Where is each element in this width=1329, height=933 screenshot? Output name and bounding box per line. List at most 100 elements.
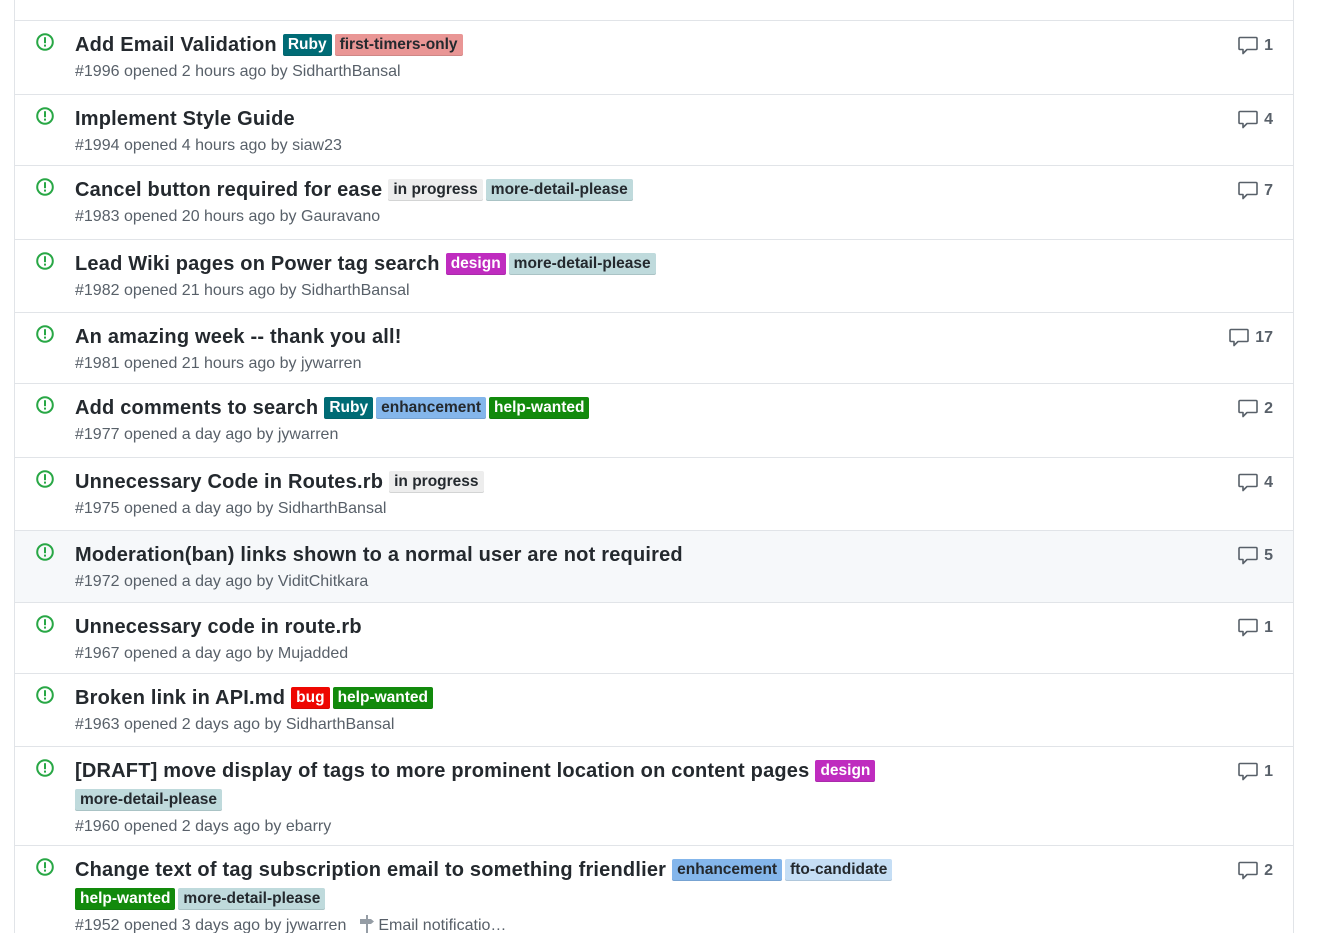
issue-title-link[interactable]: Add Email Validation [75,34,277,56]
issue-row[interactable]: Unnecessary Code in Routes.rb in progress… [15,458,1293,531]
comments-link[interactable]: 17 [1229,328,1273,347]
issue-title-link[interactable]: [DRAFT] move display of tags to more pro… [75,760,809,782]
label-bug[interactable]: bug [291,687,330,709]
issue-title-link[interactable]: Cancel button required for ease [75,179,382,201]
label-more-detail-please[interactable]: more-detail-please [178,888,326,910]
issue-row[interactable]: Change text of tag subscription email to… [15,846,1293,933]
issue-title-link[interactable]: Lead Wiki pages on Power tag search [75,253,440,275]
issue-opened-icon [36,396,54,414]
issue-row[interactable]: Lead Wiki pages on Power tag search desig… [15,240,1293,313]
comments-link[interactable]: 1 [1238,36,1273,55]
issue-title-line: [DRAFT] move display of tags to more pro… [75,757,1183,815]
comments-link[interactable]: 1 [1238,618,1273,637]
issue-number: #1994 [75,137,120,154]
issue-row[interactable]: #1998 opened an hour ago by SidharthBans… [15,0,1293,21]
comments-link[interactable]: 2 [1238,399,1273,418]
issue-title-line: Broken link in API.md bug help-wanted [75,684,1183,713]
issue-row[interactable]: Broken link in API.md bug help-wanted #1963… [15,674,1293,747]
issue-title-link[interactable]: Change text of tag subscription email to… [75,859,666,881]
issue-opened-text: opened 21 hours ago by [123,282,297,299]
label-help-wanted[interactable]: help-wanted [75,888,176,910]
issue-number: #1983 [75,208,120,225]
milestone-icon [360,915,378,933]
comments-link[interactable]: 7 [1238,181,1273,200]
label-enhancement[interactable]: enhancement [672,859,783,881]
label-in-progress[interactable]: in progress [388,179,483,201]
issue-opened-text: opened 21 hours ago by [123,355,297,372]
issue-title-line: Lead Wiki pages on Power tag search desig… [75,250,1183,279]
issue-opened-text: opened 2 days ago by [123,716,282,733]
label-first-timers-only[interactable]: first-timers-only [334,34,463,56]
label-ruby[interactable]: Ruby [324,397,374,419]
comments-link[interactable]: 2 [1238,861,1273,880]
issue-row[interactable]: Cancel button required for ease in progre… [15,166,1293,240]
comments-link[interactable]: 4 [1238,110,1273,129]
label-more-detail-please[interactable]: more-detail-please [75,789,222,811]
issue-row[interactable]: [DRAFT] move display of tags to more pro… [15,747,1293,846]
issue-opened-icon [36,325,54,343]
issue-title-link[interactable]: Broken link in API.md [75,687,285,709]
issue-title-line: Cancel button required for ease in progre… [75,176,1183,205]
label-ruby[interactable]: Ruby [282,34,332,56]
issue-opened-text: opened 2 days ago by [123,818,282,835]
issue-row[interactable]: Implement Style Guide #1994 opened 4 hour… [15,95,1293,166]
issue-author-link[interactable]: SidharthBansal [292,63,401,80]
issue-title-line: Unnecessary code in route.rb [75,613,1183,642]
issue-title-line: Add Email Validation Ruby first-timers-onl… [75,31,1183,60]
label-design[interactable]: design [815,760,876,782]
comment-count: 1 [1264,36,1273,54]
comment-count: 2 [1264,399,1273,417]
label-more-detail-please[interactable]: more-detail-please [508,253,656,275]
label-design[interactable]: design [445,253,506,275]
milestone-link[interactable]: Email notificatio… [360,915,506,933]
issue-title-line: Implement Style Guide [75,105,1183,134]
comments-link[interactable]: 1 [1238,762,1273,781]
issue-opened-text: opened a day ago by [123,573,274,590]
comment-icon [1238,861,1264,880]
issue-title-line: An amazing week -- thank you all! [75,323,1183,352]
label-help-wanted[interactable]: help-wanted [332,687,433,709]
issue-row[interactable]: Add comments to search Ruby enhancement hel… [15,384,1293,458]
issue-meta: #1972 opened a day ago by ViditChitkara [75,571,1293,593]
label-in-progress[interactable]: in progress [389,471,484,493]
issue-author-link[interactable]: siaw23 [292,137,342,154]
issue-row[interactable]: An amazing week -- thank you all! #1981 o… [15,313,1293,384]
issue-meta: #1960 opened 2 days ago by ebarry [75,816,1293,838]
issue-author-link[interactable]: SidharthBansal [278,500,387,517]
label-more-detail-please[interactable]: more-detail-please [485,179,633,201]
issue-row[interactable]: Add Email Validation Ruby first-timers-onl… [15,21,1293,95]
issue-number: #1996 [75,63,120,80]
issue-title-link[interactable]: An amazing week -- thank you all! [75,326,402,348]
comments-link[interactable]: 4 [1238,473,1273,492]
comment-icon [1229,328,1255,347]
issue-meta: #1963 opened 2 days ago by SidharthBansa… [75,714,1293,736]
issue-title-link[interactable]: Add comments to search [75,397,318,419]
issue-number: #1982 [75,282,120,299]
comments-link[interactable]: 5 [1238,546,1273,565]
issue-row[interactable]: Unnecessary code in route.rb #1967 opened… [15,603,1293,674]
issue-title-link[interactable]: Implement Style Guide [75,108,295,130]
issue-author-link[interactable]: Gauravano [301,208,380,225]
comment-icon [1238,36,1264,55]
issue-opened-text: opened a day ago by [123,426,274,443]
issue-meta: #1981 opened 21 hours ago by jywarren [75,353,1293,375]
issue-title-link[interactable]: Moderation(ban) links shown to a normal … [75,544,683,566]
issue-row[interactable]: Moderation(ban) links shown to a normal … [15,531,1293,603]
issue-author-link[interactable]: Mujadded [278,645,348,662]
issue-author-link[interactable]: jywarren [278,426,338,443]
issue-author-link[interactable]: SidharthBansal [301,282,410,299]
issue-author-link[interactable]: ViditChitkara [278,573,368,590]
issue-title-link[interactable]: Unnecessary code in route.rb [75,616,362,638]
label-help-wanted[interactable]: help-wanted [489,397,590,419]
issue-author-link[interactable]: ebarry [286,818,331,835]
comment-count: 1 [1264,762,1273,780]
issue-author-link[interactable]: jywarren [286,917,346,933]
issue-opened-icon [36,543,54,561]
issue-author-link[interactable]: jywarren [301,355,361,372]
label-enhancement[interactable]: enhancement [376,397,487,419]
issue-opened-icon [36,759,54,777]
issue-title-link[interactable]: Unnecessary Code in Routes.rb [75,471,383,493]
issue-author-link[interactable]: SidharthBansal [286,716,395,733]
issue-opened-icon [36,470,54,488]
label-fto-candidate[interactable]: fto-candidate [785,859,893,881]
